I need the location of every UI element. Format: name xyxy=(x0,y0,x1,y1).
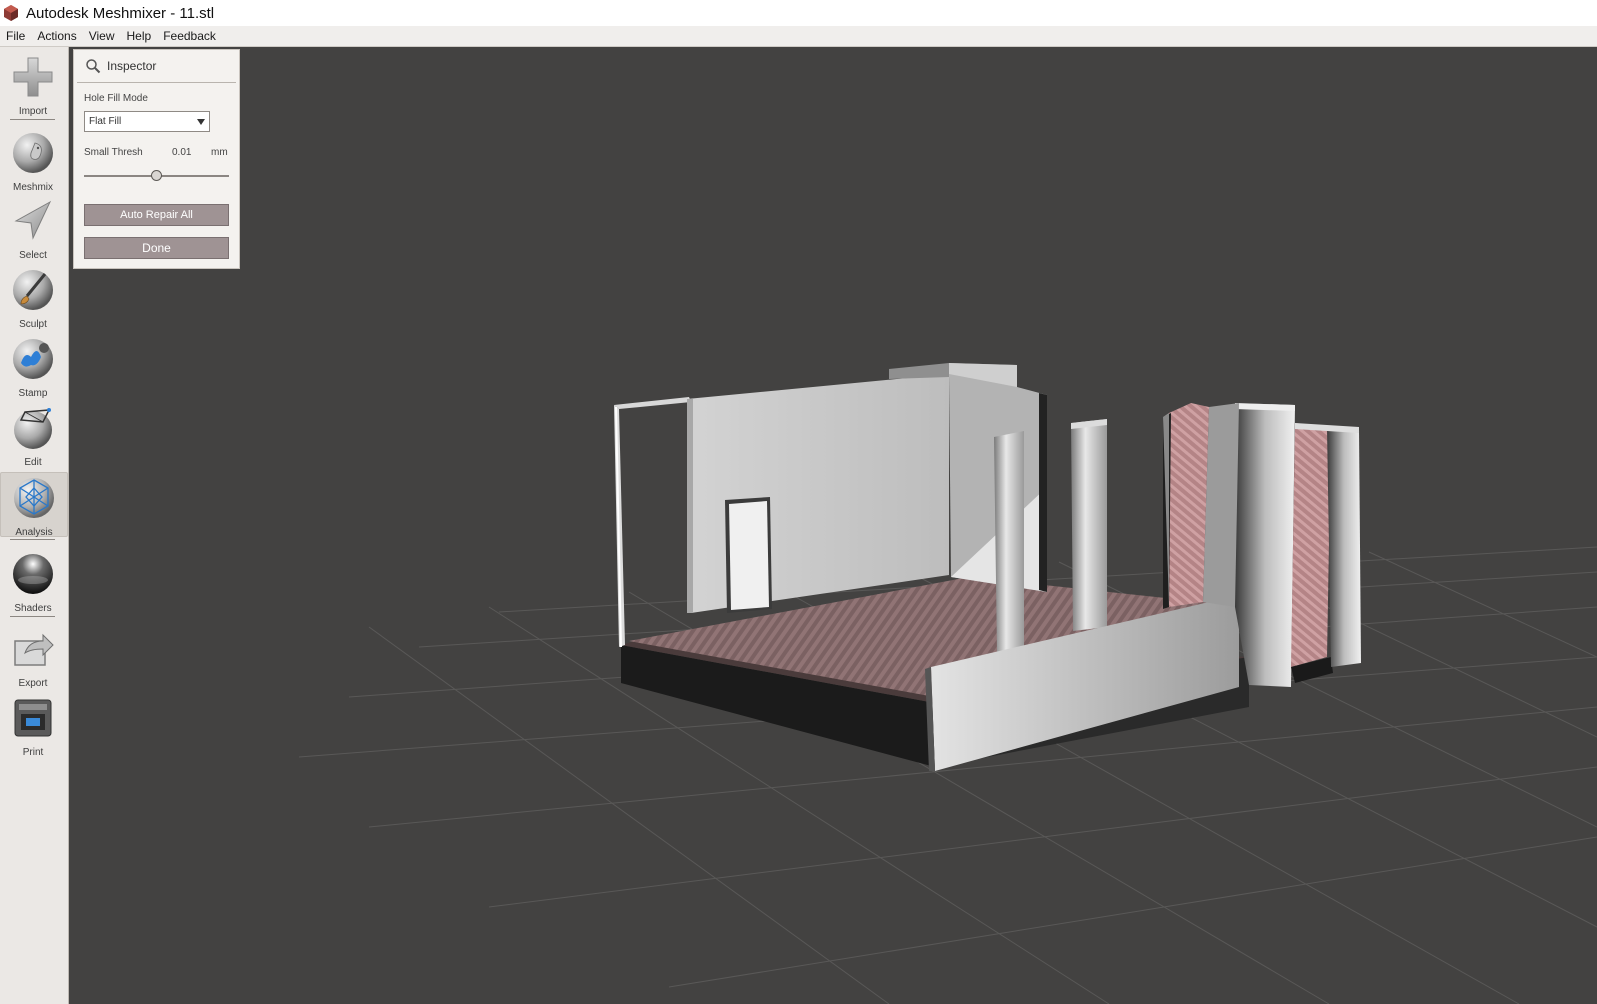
tool-sculpt-label: Sculpt xyxy=(19,319,47,330)
menu-view[interactable]: View xyxy=(83,29,121,43)
sculpt-brush-sphere-icon xyxy=(11,268,55,317)
import-plus-icon xyxy=(11,55,55,104)
tool-shaders[interactable]: Shaders xyxy=(0,552,66,614)
export-icon xyxy=(11,627,55,676)
tool-import-label: Import xyxy=(18,106,48,117)
meshmixer-logo-icon xyxy=(2,4,20,22)
toolbar-divider xyxy=(10,539,55,540)
small-thresh-label: Small Thresh xyxy=(84,147,143,158)
toolbar-divider xyxy=(10,616,55,617)
shaders-sphere-icon xyxy=(11,552,55,601)
search-icon xyxy=(85,58,101,74)
toolbar-divider xyxy=(10,119,55,120)
tool-export-label: Export xyxy=(18,678,48,689)
auto-repair-all-button[interactable]: Auto Repair All xyxy=(84,204,229,226)
inspector-header: Inspector xyxy=(77,50,236,83)
menu-help[interactable]: Help xyxy=(121,29,158,43)
tool-print[interactable]: Print xyxy=(0,696,66,758)
inspector-title: Inspector xyxy=(107,59,157,73)
title-bar: Autodesk Meshmixer - 11.stl xyxy=(0,0,1597,26)
select-arrow-icon xyxy=(11,199,55,248)
tool-import[interactable]: Import xyxy=(0,55,66,117)
tool-export[interactable]: Export xyxy=(0,627,66,689)
hole-fill-mode-value: Flat Fill xyxy=(89,116,122,127)
window-title: Autodesk Meshmixer - 11.stl xyxy=(26,4,215,22)
tool-sculpt[interactable]: Sculpt xyxy=(0,268,66,330)
inspector-panel: Inspector Hole Fill Mode Flat Fill Small… xyxy=(73,49,240,269)
hole-fill-mode-label: Hole Fill Mode xyxy=(84,93,148,104)
3d-viewport[interactable] xyxy=(69,47,1597,1004)
tool-meshmix-label: Meshmix xyxy=(12,182,53,193)
menu-actions[interactable]: Actions xyxy=(31,29,82,43)
tool-stamp[interactable]: Stamp xyxy=(0,337,66,399)
stamp-sphere-icon xyxy=(11,337,55,386)
print-icon xyxy=(11,696,55,745)
tool-shaders-label: Shaders xyxy=(14,603,52,614)
tool-select-label: Select xyxy=(19,250,47,261)
room-model xyxy=(614,363,1361,771)
hole-fill-mode-select[interactable]: Flat Fill xyxy=(84,111,210,132)
tool-sidebar: Import Meshmix Select Sculpt Stamp Edit … xyxy=(0,47,69,1004)
scene-canvas xyxy=(298,363,1597,1004)
tool-edit-label: Edit xyxy=(24,457,42,468)
small-thresh-slider-thumb[interactable] xyxy=(151,170,162,181)
tool-analysis-label: Analysis xyxy=(15,527,53,538)
menu-file[interactable]: File xyxy=(0,29,31,43)
menu-bar: File Actions View Help Feedback xyxy=(0,26,1597,47)
tool-meshmix[interactable]: Meshmix xyxy=(0,131,66,193)
done-button[interactable]: Done xyxy=(84,237,229,259)
dropdown-arrow-icon xyxy=(197,118,205,125)
tool-analysis[interactable]: Analysis xyxy=(0,472,68,538)
tool-print-label: Print xyxy=(22,747,44,758)
tool-stamp-label: Stamp xyxy=(18,388,48,399)
analysis-mesh-sphere-icon xyxy=(12,476,56,525)
menu-feedback[interactable]: Feedback xyxy=(157,29,222,43)
tool-select[interactable]: Select xyxy=(0,199,66,261)
tool-edit[interactable]: Edit xyxy=(0,406,66,468)
meshmix-bunny-sphere-icon xyxy=(11,131,55,180)
small-thresh-value[interactable]: 0.01 xyxy=(172,147,191,158)
small-thresh-unit: mm xyxy=(211,147,228,158)
edit-sphere-icon xyxy=(11,406,55,455)
